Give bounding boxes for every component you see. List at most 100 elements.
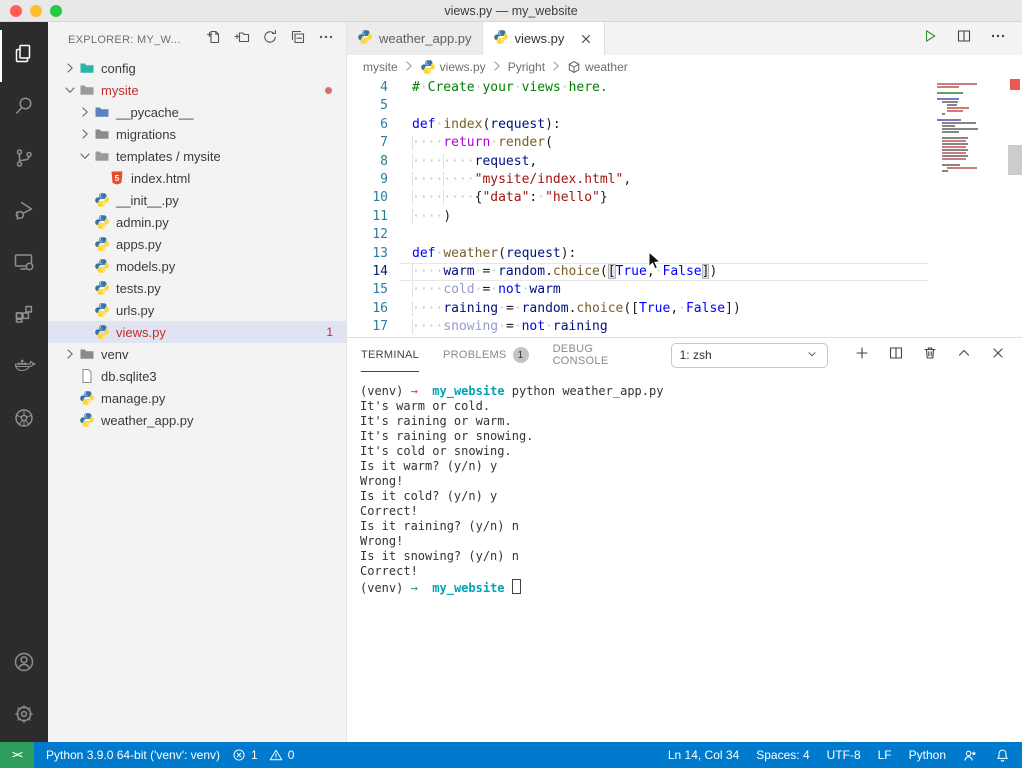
maximize-panel-button[interactable]: [954, 345, 974, 365]
tree-item-index-html[interactable]: 5index.html: [48, 167, 346, 189]
code-line-16[interactable]: 16····raining·=·random.choice([True,·Fal…: [347, 300, 1022, 318]
terminal-text: (venv): [360, 384, 411, 398]
tree-item-views-py[interactable]: views.py1: [48, 321, 346, 343]
code-line-8[interactable]: 8········request,: [347, 153, 1022, 171]
breadcrumb-item-views-py[interactable]: views.py: [420, 59, 486, 75]
tree-item-venv[interactable]: venv: [48, 343, 346, 365]
code-line-6[interactable]: 6def·index(request):: [347, 116, 1022, 134]
tab-weather-app-py[interactable]: weather_app.py: [347, 22, 483, 55]
chevron-down-icon[interactable]: [77, 148, 93, 164]
breadcrumb-label: weather: [585, 60, 628, 74]
code-line-9[interactable]: 9········"mysite/index.html",: [347, 171, 1022, 189]
close-window-button[interactable]: [10, 5, 22, 17]
kill-terminal-button[interactable]: [920, 345, 940, 365]
collapse-all-button[interactable]: [288, 30, 308, 50]
panel-tab-debug-console[interactable]: DEBUG CONSOLE: [553, 339, 647, 372]
close-panel-button[interactable]: [988, 345, 1008, 365]
refresh-button[interactable]: [260, 30, 280, 50]
feedback-button[interactable]: [963, 748, 978, 763]
terminal-output[interactable]: (venv) → my_website python weather_app.p…: [347, 372, 1022, 596]
activity-item-remote-explorer[interactable]: [0, 238, 48, 290]
chevron-right-icon[interactable]: [77, 104, 93, 120]
code-line-12[interactable]: 12: [347, 226, 1022, 244]
activity-item-kubernetes[interactable]: [0, 394, 48, 446]
chevron-right-icon[interactable]: [77, 126, 93, 142]
split-terminal-button[interactable]: [886, 345, 906, 365]
code-line-17[interactable]: 17····snowing·=·not·raining: [347, 318, 1022, 336]
code-line-13[interactable]: 13def·weather(request):: [347, 245, 1022, 263]
notifications-bell-button[interactable]: [995, 748, 1010, 763]
code-line-14[interactable]: 14····warm·=·random.choice([True,·False]…: [347, 263, 1022, 281]
chevron-right-icon[interactable]: [62, 60, 78, 76]
minimap[interactable]: [937, 83, 1007, 173]
minimize-window-button[interactable]: [30, 5, 42, 17]
code-line-7[interactable]: 7····return·render(: [347, 134, 1022, 152]
activity-item-docker[interactable]: [0, 342, 48, 394]
breadcrumb-item-pyright[interactable]: Pyright: [508, 60, 545, 74]
remote-indicator[interactable]: ><: [0, 742, 34, 768]
activity-item-extensions[interactable]: [0, 290, 48, 342]
tree-item-admin-py[interactable]: admin.py: [48, 211, 346, 233]
more-actions-button[interactable]: [316, 30, 336, 50]
minimap-line: [937, 116, 1007, 118]
tree-item-label: index.html: [131, 171, 190, 186]
new-terminal-icon: [854, 345, 870, 366]
tree-item-manage-py[interactable]: manage.py: [48, 387, 346, 409]
folder-icon: [93, 104, 111, 120]
code-line-4[interactable]: 4#·Create·your·views·here.: [347, 79, 1022, 97]
breadcrumb-item-weather[interactable]: weather: [567, 60, 628, 74]
activity-item-settings[interactable]: [0, 690, 48, 742]
code-line-15[interactable]: 15····cold·=·not·warm: [347, 281, 1022, 299]
tree-item-label: mysite: [101, 83, 139, 98]
new-terminal-button[interactable]: [852, 345, 872, 365]
activity-item-run-debug[interactable]: [0, 186, 48, 238]
python-file-icon: [93, 214, 111, 230]
explorer-sidebar: EXPLORER: MY_W... configmysite__pycache_…: [48, 22, 347, 742]
more-actions-button[interactable]: [988, 29, 1008, 49]
close-tab-icon[interactable]: [578, 31, 594, 47]
tree-item-models-py[interactable]: models.py: [48, 255, 346, 277]
tree-item-db-sqlite3[interactable]: db.sqlite3: [48, 365, 346, 387]
cursor-position-status[interactable]: Ln 14, Col 34: [668, 748, 739, 762]
panel-tab-terminal[interactable]: TERMINAL: [361, 339, 419, 372]
breadcrumb-item-mysite[interactable]: mysite: [363, 60, 398, 74]
code-editor[interactable]: 4#·Create·your·views·here.56def·index(re…: [347, 79, 1022, 337]
tab-views-py[interactable]: views.py: [483, 22, 606, 55]
new-file-button[interactable]: [204, 30, 224, 50]
panel-tab-problems[interactable]: PROBLEMS1: [443, 339, 529, 372]
chevron-right-icon[interactable]: [62, 346, 78, 362]
code-token: raining: [443, 301, 498, 316]
editor-scrollbar-thumb[interactable]: [1008, 145, 1022, 175]
eol-status[interactable]: LF: [878, 748, 892, 762]
activity-item-search[interactable]: [0, 82, 48, 134]
new-folder-button[interactable]: [232, 30, 252, 50]
zoom-window-button[interactable]: [50, 5, 62, 17]
split-editor-button[interactable]: [954, 29, 974, 49]
tree-item-tests-py[interactable]: tests.py: [48, 277, 346, 299]
python-interpreter-status[interactable]: Python 3.9.0 64-bit ('venv': venv): [46, 748, 220, 762]
language-mode-status[interactable]: Python: [909, 748, 946, 762]
tree-item-config[interactable]: config: [48, 57, 346, 79]
tree-item-urls-py[interactable]: urls.py: [48, 299, 346, 321]
chevron-down-icon[interactable]: [62, 82, 78, 98]
tree-item-apps-py[interactable]: apps.py: [48, 233, 346, 255]
problems-status[interactable]: 10: [232, 748, 294, 762]
code-line-11[interactable]: 11····): [347, 208, 1022, 226]
tree-item-migrations[interactable]: migrations: [48, 123, 346, 145]
activity-item-explorer[interactable]: [0, 30, 48, 82]
indentation-status[interactable]: Spaces: 4: [756, 748, 809, 762]
tree-item--pycache-[interactable]: __pycache__: [48, 101, 346, 123]
code-line-10[interactable]: 10········{"data":·"hello"}: [347, 189, 1022, 207]
activity-item-source-control[interactable]: [0, 134, 48, 186]
tree-item-weather-app-py[interactable]: weather_app.py: [48, 409, 346, 431]
code-token: not: [498, 282, 521, 297]
code-line-5[interactable]: 5: [347, 97, 1022, 115]
terminal-shell-select[interactable]: 1: zsh: [671, 343, 828, 368]
tree-item-templates-mysite[interactable]: templates / mysite: [48, 145, 346, 167]
tree-item-mysite[interactable]: mysite: [48, 79, 346, 101]
run-button[interactable]: [920, 29, 940, 49]
tree-item--init-py[interactable]: __init__.py: [48, 189, 346, 211]
encoding-status[interactable]: UTF-8: [827, 748, 861, 762]
more-actions-icon: [990, 28, 1006, 49]
activity-item-accounts[interactable]: [0, 638, 48, 690]
